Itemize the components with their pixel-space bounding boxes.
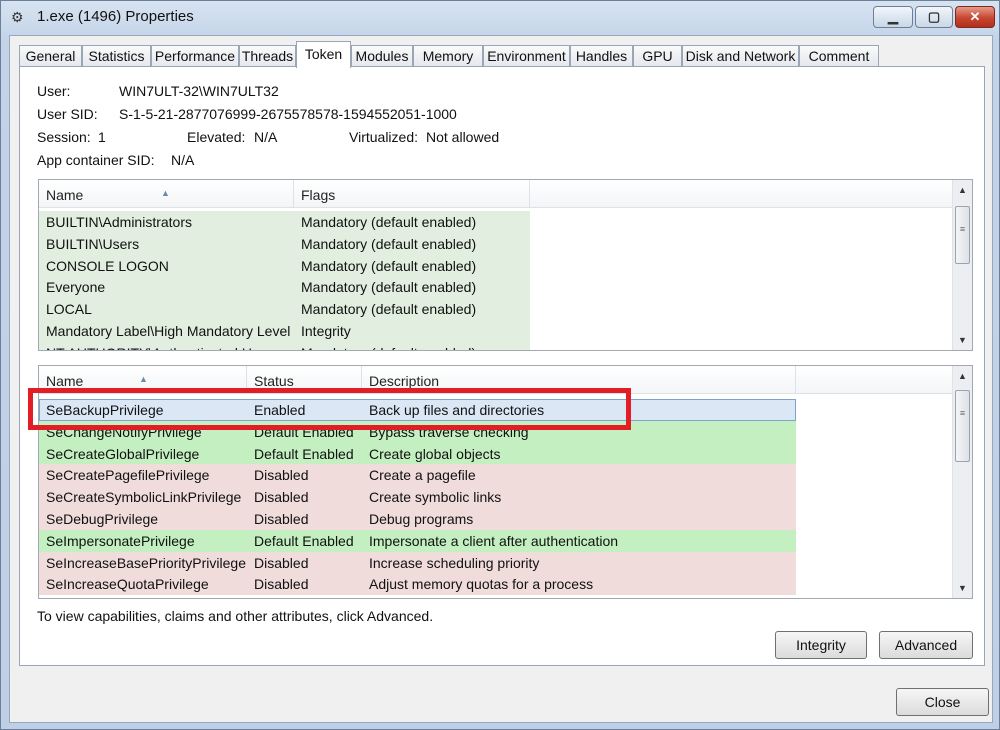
scroll-down-icon[interactable]: ▼ bbox=[953, 332, 972, 349]
privilege-description-cell: Impersonate a client after authenticatio… bbox=[369, 532, 619, 549]
group-flags-cell[interactable]: Mandatory (default enabled) bbox=[294, 254, 530, 277]
maximize-button[interactable]: ▢ bbox=[915, 6, 953, 28]
group-name-cell[interactable]: Mandatory Label\High Mandatory Level bbox=[39, 320, 294, 342]
group-flags-cell[interactable]: Mandatory (default enabled) bbox=[294, 298, 530, 321]
privilege-status-cell: Default Enabled bbox=[254, 445, 354, 462]
tab-disk-and-network[interactable]: Disk and Network bbox=[682, 45, 799, 67]
privileges-description-header-label: Description bbox=[369, 373, 440, 389]
user-label: User: bbox=[37, 83, 71, 99]
close-button[interactable]: Close bbox=[896, 688, 989, 716]
privileges-status-header-label: Status bbox=[254, 373, 294, 389]
privilege-description-cell: Create a pagefile bbox=[369, 467, 476, 484]
advanced-hint-text: To view capabilities, claims and other a… bbox=[37, 608, 434, 624]
tab-threads[interactable]: Threads bbox=[239, 45, 296, 67]
tab-memory[interactable]: Memory bbox=[413, 45, 483, 67]
user-sid-label: User SID: bbox=[37, 106, 98, 122]
privileges-name-header-label: Name bbox=[46, 373, 84, 389]
close-window-button[interactable]: ✕ bbox=[955, 6, 995, 28]
sort-ascending-icon: ▲ bbox=[161, 188, 170, 198]
group-name-cell[interactable]: CONSOLE LOGON bbox=[39, 254, 294, 277]
privilege-name-cell: SeCreateGlobalPrivilege bbox=[46, 445, 200, 462]
privilege-description-cell: Increase scheduling priority bbox=[369, 554, 540, 571]
privilege-status-cell: Disabled bbox=[254, 576, 309, 593]
maximize-icon: ▢ bbox=[927, 9, 941, 24]
advanced-button[interactable]: Advanced bbox=[879, 631, 973, 659]
privilege-name-cell: SeImpersonatePrivilege bbox=[46, 532, 195, 549]
group-name-cell[interactable]: BUILTIN\Users bbox=[39, 232, 294, 255]
elevated-value: N/A bbox=[254, 129, 278, 145]
minimize-icon: ▁ bbox=[888, 9, 898, 24]
privilege-description-cell: Adjust memory quotas for a process bbox=[369, 576, 594, 593]
tab-token[interactable]: Token bbox=[296, 41, 351, 68]
tab-handles[interactable]: Handles bbox=[570, 45, 633, 67]
scroll-down-icon[interactable]: ▼ bbox=[953, 580, 972, 597]
privilege-name-cell: SeCreateSymbolicLinkPrivilege bbox=[46, 489, 242, 506]
privilege-name-cell: SeIncreaseBasePriorityPrivilege bbox=[46, 554, 246, 571]
group-flags-cell[interactable]: Mandatory (default enabled) bbox=[294, 232, 530, 255]
privilege-description-cell: Debug programs bbox=[369, 511, 474, 527]
minimize-button[interactable]: ▁ bbox=[873, 6, 913, 28]
groups-name-header-label: Name bbox=[46, 187, 84, 203]
groups-empty-header bbox=[530, 180, 953, 208]
tab-gpu[interactable]: GPU bbox=[633, 45, 682, 67]
group-flags-cell[interactable]: Mandatory (default enabled) bbox=[294, 211, 530, 233]
privilege-name-cell: SeCreatePagefilePrivilege bbox=[46, 467, 210, 484]
virtualized-label: Virtualized: bbox=[349, 129, 419, 145]
grip-icon: ≡ bbox=[959, 224, 966, 234]
gear-icon: ⚙ bbox=[11, 9, 24, 25]
group-name-cell[interactable]: NT AUTHORITY\Authenticated Users bbox=[39, 341, 294, 350]
privilege-status-cell: Disabled bbox=[254, 489, 309, 506]
privilege-name-cell: SeDebugPrivilege bbox=[46, 511, 159, 527]
privileges-scrollbar[interactable]: ▲ ≡ ▼ bbox=[952, 366, 972, 598]
session-value: 1 bbox=[98, 129, 106, 145]
scroll-up-icon[interactable]: ▲ bbox=[953, 182, 972, 199]
privilege-status-cell: Default Enabled bbox=[254, 532, 354, 549]
integrity-button[interactable]: Integrity bbox=[775, 631, 867, 659]
window-title: 1.exe (1496) Properties bbox=[37, 8, 194, 25]
group-flags-cell[interactable]: Mandatory (default enabled) bbox=[294, 341, 530, 350]
app-container-sid-value: N/A bbox=[171, 152, 195, 168]
user-value: WIN7ULT-32\WIN7ULT32 bbox=[119, 83, 279, 99]
tab-general[interactable]: General bbox=[19, 45, 82, 67]
groups-name-column-header[interactable]: ▲ Name bbox=[39, 180, 294, 208]
user-sid-value: S-1-5-21-2877076999-2675578578-159455205… bbox=[119, 106, 457, 122]
group-name-cell[interactable]: Everyone bbox=[39, 276, 294, 299]
group-name-cell[interactable]: BUILTIN\Administrators bbox=[39, 211, 294, 233]
privilege-name-cell: SeIncreaseQuotaPrivilege bbox=[46, 576, 209, 593]
scroll-up-icon[interactable]: ▲ bbox=[953, 368, 972, 385]
groups-flags-column-header[interactable]: Flags bbox=[294, 180, 530, 208]
groups-scroll-thumb[interactable]: ≡ bbox=[955, 206, 970, 264]
tab-modules[interactable]: Modules bbox=[351, 45, 413, 67]
privilege-status-cell: Disabled bbox=[254, 554, 309, 571]
privileges-scroll-thumb[interactable]: ≡ bbox=[955, 390, 970, 462]
group-flags-cell[interactable]: Mandatory (default enabled) bbox=[294, 276, 530, 299]
groups-list[interactable]: ▲ Name Flags BUILTIN\Administrators Manda… bbox=[38, 179, 973, 351]
tab-environment[interactable]: Environment bbox=[483, 45, 570, 67]
highlight-annotation-box bbox=[28, 388, 631, 430]
group-name-cell[interactable]: LOCAL bbox=[39, 298, 294, 321]
groups-flags-header-label: Flags bbox=[301, 187, 336, 203]
virtualized-value: Not allowed bbox=[426, 129, 500, 145]
tab-statistics[interactable]: Statistics bbox=[82, 45, 151, 67]
title-bar[interactable]: ⚙ 1.exe (1496) Properties ▁ ▢ ✕ bbox=[1, 1, 999, 33]
tab-comment[interactable]: Comment bbox=[799, 45, 879, 67]
grip-icon: ≡ bbox=[959, 408, 966, 418]
elevated-label: Elevated: bbox=[187, 129, 246, 145]
privilege-description-cell: Create global objects bbox=[369, 445, 501, 462]
privilege-status-cell: Disabled bbox=[254, 511, 309, 527]
groups-scrollbar[interactable]: ▲ ≡ ▼ bbox=[952, 180, 972, 350]
privilege-status-cell: Disabled bbox=[254, 467, 309, 484]
tab-performance[interactable]: Performance bbox=[151, 45, 239, 67]
close-icon: ✕ bbox=[969, 9, 981, 24]
privileges-empty-header bbox=[796, 366, 954, 394]
privilege-description-cell: Create symbolic links bbox=[369, 489, 502, 506]
app-container-sid-label: App container SID: bbox=[37, 152, 155, 168]
session-label: Session: bbox=[37, 129, 91, 145]
group-flags-cell[interactable]: Integrity bbox=[294, 320, 530, 342]
properties-window: ⚙ 1.exe (1496) Properties ▁ ▢ ✕ General S… bbox=[0, 0, 1000, 730]
